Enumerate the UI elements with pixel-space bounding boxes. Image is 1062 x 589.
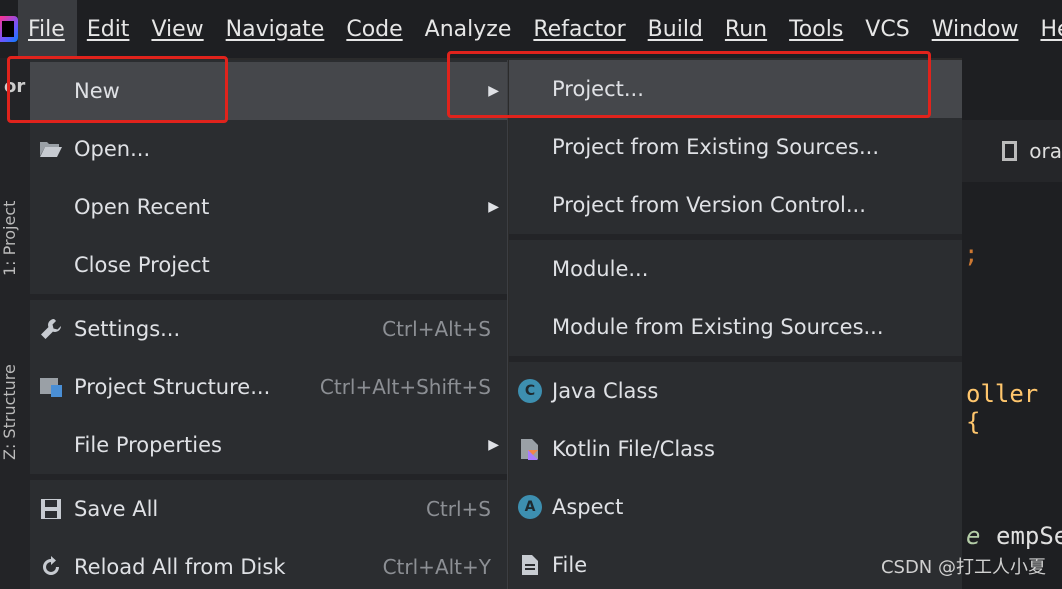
submenu-arrow-icon: ▶	[488, 199, 499, 215]
menu-window-label: Window	[931, 16, 1019, 42]
submenu-item-project[interactable]: Project...	[509, 60, 962, 118]
folder-open-icon	[38, 136, 64, 162]
wrench-icon	[38, 316, 64, 342]
menu-item-project-structure-label: Project Structure...	[74, 375, 271, 399]
submenu-item-module-label: Module...	[552, 257, 649, 281]
menu-item-project-structure[interactable]: Project Structure... Ctrl+Alt+Shift+S	[30, 358, 507, 416]
menu-code[interactable]: Code	[336, 0, 414, 58]
menu-item-settings[interactable]: Settings... Ctrl+Alt+S	[30, 300, 507, 358]
code-keyword-fragment: e	[966, 522, 981, 550]
tool-window-strip: or 1: Project Z: Structure	[0, 58, 30, 589]
submenu-item-java-class-label: Java Class	[552, 379, 659, 403]
menu-item-project-structure-shortcut: Ctrl+Alt+Shift+S	[319, 375, 491, 399]
menu-view[interactable]: View	[141, 0, 215, 58]
menu-tools-label: Tools	[789, 16, 844, 42]
code-field-fragment: empSe	[996, 522, 1062, 550]
submenu-arrow-icon: ▶	[488, 437, 499, 453]
menu-item-save-all-label: Save All	[74, 497, 159, 521]
menu-analyze[interactable]: Analyze	[415, 0, 524, 58]
menu-view-label: View	[151, 16, 204, 42]
menu-edit[interactable]: Edit	[77, 0, 142, 58]
submenu-item-module-existing-label: Module from Existing Sources...	[552, 315, 884, 339]
aspect-badge: A	[518, 495, 542, 519]
menu-item-open-recent[interactable]: Open Recent ▶	[30, 178, 507, 236]
editor-tab-label[interactable]: ora	[1029, 139, 1062, 163]
submenu-item-project-vcs-label: Project from Version Control...	[552, 193, 866, 217]
java-class-icon: C	[517, 378, 543, 404]
menu-item-file-properties-label: File Properties	[74, 433, 222, 457]
kotlin-file-icon	[517, 436, 543, 462]
submenu-item-aspect[interactable]: A Aspect	[509, 478, 962, 536]
intellij-logo-icon	[0, 0, 18, 58]
structure-tool-tab[interactable]: Z: Structure	[0, 290, 19, 460]
menu-build-label: Build	[647, 16, 703, 42]
menu-build[interactable]: Build	[638, 0, 715, 58]
menu-item-reload-all-label: Reload All from Disk	[74, 555, 286, 579]
submenu-item-module-existing[interactable]: Module from Existing Sources...	[509, 298, 962, 356]
menu-run-label: Run	[724, 16, 768, 42]
file-icon	[517, 552, 543, 578]
menu-file[interactable]: File	[18, 0, 77, 58]
menu-code-label: Code	[346, 16, 403, 42]
menu-tools[interactable]: Tools	[779, 0, 855, 58]
menu-item-reload-all-shortcut: Ctrl+Alt+Y	[382, 555, 491, 579]
submenu-item-project-existing-label: Project from Existing Sources...	[552, 135, 880, 159]
code-semicolon: ;	[964, 240, 979, 268]
menu-navigate-label: Navigate	[225, 16, 325, 42]
project-structure-icon	[38, 374, 64, 400]
submenu-item-module[interactable]: Module...	[509, 240, 962, 298]
menu-vcs-label: VCS	[865, 16, 910, 42]
aspect-icon: A	[517, 494, 543, 520]
menu-item-reload-all[interactable]: Reload All from Disk Ctrl+Alt+Y	[30, 538, 507, 589]
file-menu-dropdown: New ▶ Open... Open Recent ▶ Close Projec…	[30, 60, 508, 589]
code-class-fragment: oller {	[966, 380, 1039, 436]
menu-help[interactable]: Help	[1030, 0, 1062, 58]
menu-item-open-label: Open...	[74, 137, 151, 161]
submenu-item-aspect-label: Aspect	[552, 495, 624, 519]
menu-vcs[interactable]: VCS	[855, 0, 921, 58]
submenu-item-kotlin-label: Kotlin File/Class	[552, 437, 715, 461]
menu-item-save-all-shortcut: Ctrl+S	[425, 497, 491, 521]
menu-item-settings-label: Settings...	[74, 317, 181, 341]
file-icon	[1002, 141, 1018, 161]
menu-item-open[interactable]: Open...	[30, 120, 507, 178]
watermark: CSDN @打工人小夏	[880, 557, 1046, 578]
menu-item-open-recent-label: Open Recent	[74, 195, 210, 219]
menu-refactor[interactable]: Refactor	[523, 0, 637, 58]
menu-item-new[interactable]: New ▶	[30, 62, 507, 120]
editor-tab-strip: ora	[962, 120, 1062, 182]
menu-item-save-all[interactable]: Save All Ctrl+S	[30, 480, 507, 538]
sidebar-cut-label: or	[4, 76, 26, 97]
menu-item-new-label: New	[74, 79, 120, 103]
menu-window[interactable]: Window	[922, 0, 1031, 58]
menu-refactor-label: Refactor	[533, 16, 626, 42]
submenu-item-kotlin[interactable]: Kotlin File/Class	[509, 420, 962, 478]
project-tool-tab[interactable]: 1: Project	[0, 136, 19, 276]
menu-item-settings-shortcut: Ctrl+Alt+S	[382, 317, 491, 341]
submenu-item-java-class[interactable]: C Java Class	[509, 362, 962, 420]
menu-file-label: File	[28, 16, 65, 42]
menu-item-file-properties[interactable]: File Properties ▶	[30, 416, 507, 474]
menu-navigate[interactable]: Navigate	[216, 0, 337, 58]
java-class-badge: C	[518, 379, 542, 403]
menu-analyze-label: Analyze	[424, 16, 512, 42]
submenu-item-project-label: Project...	[552, 77, 644, 101]
submenu-item-file-label: File	[552, 553, 588, 577]
menubar: File Edit View Navigate Code Analyze Ref…	[0, 0, 1062, 58]
menu-help-label: Help	[1040, 16, 1062, 42]
menu-run[interactable]: Run	[715, 0, 779, 58]
menu-edit-label: Edit	[86, 16, 130, 42]
reload-icon	[38, 554, 64, 580]
submenu-item-project-existing[interactable]: Project from Existing Sources...	[509, 118, 962, 176]
new-submenu: Project... Project from Existing Sources…	[509, 60, 962, 589]
submenu-arrow-icon: ▶	[488, 83, 499, 99]
submenu-item-project-vcs[interactable]: Project from Version Control...	[509, 176, 962, 234]
save-icon	[38, 496, 64, 522]
menu-item-close-project-label: Close Project	[74, 253, 210, 277]
menu-item-close-project[interactable]: Close Project	[30, 236, 507, 294]
